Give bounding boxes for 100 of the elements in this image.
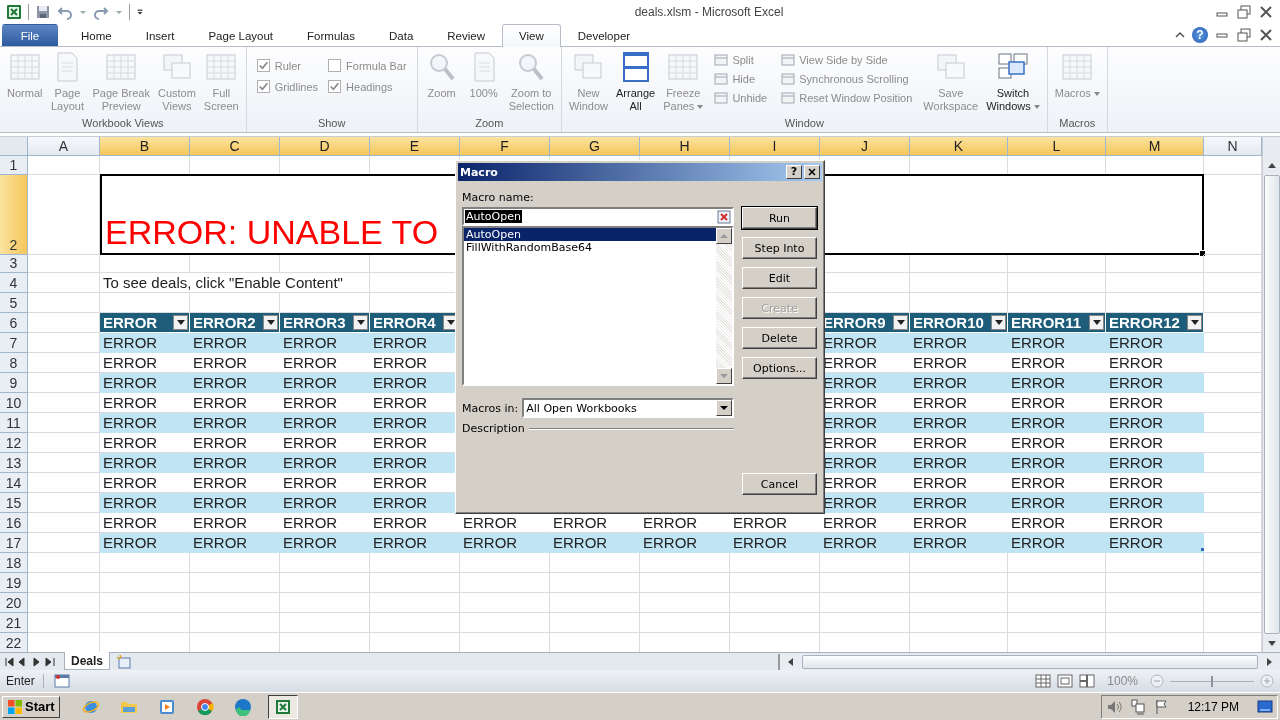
grid-cell[interactable]	[1106, 553, 1204, 573]
table-cell[interactable]: ERROR	[190, 333, 280, 353]
horizontal-scrollbar[interactable]	[778, 653, 1280, 670]
ribbon-tab[interactable]: Data	[372, 24, 431, 46]
table-cell[interactable]: ERROR	[100, 413, 190, 433]
grid-cell[interactable]	[100, 255, 190, 273]
grid-cell[interactable]	[1106, 573, 1204, 593]
grid-cell[interactable]	[1008, 593, 1106, 613]
column-header[interactable]: B	[100, 137, 190, 156]
grid-cell[interactable]	[550, 573, 640, 593]
customize-icon[interactable]	[136, 8, 144, 16]
row-header[interactable]: 21	[0, 613, 28, 633]
caret-icon[interactable]	[115, 8, 123, 16]
header-cell[interactable]: ERROR11	[1008, 313, 1106, 333]
row-header[interactable]: 9	[0, 373, 28, 393]
table-cell[interactable]: ERROR	[1106, 493, 1204, 513]
table-cell[interactable]: ERROR	[1008, 333, 1106, 353]
dialog-button[interactable]: Edit	[742, 267, 817, 289]
grid-cell[interactable]	[730, 593, 820, 613]
scroll-up-icon[interactable]	[1266, 161, 1277, 171]
grid-cell[interactable]	[100, 573, 190, 593]
grid-cell[interactable]	[910, 273, 1008, 293]
column-header[interactable]: J	[820, 137, 910, 156]
dialog-button[interactable]: Cancel	[742, 473, 817, 495]
start-button[interactable]: Start	[2, 695, 60, 718]
table-cell[interactable]: ERROR	[640, 533, 730, 553]
dialog-button[interactable]: Delete	[742, 327, 817, 349]
grid-cell[interactable]	[280, 593, 370, 613]
grid-cell[interactable]	[730, 613, 820, 633]
grid-cell[interactable]	[910, 573, 1008, 593]
grid-cell[interactable]	[550, 613, 640, 633]
grid-cell[interactable]	[1106, 593, 1204, 613]
ribbon-tab[interactable]: Page Layout	[191, 24, 291, 46]
header-cell[interactable]: ERROR3	[280, 313, 370, 333]
grid-cell[interactable]	[640, 593, 730, 613]
grid-cell[interactable]	[280, 613, 370, 633]
row-header[interactable]: 22	[0, 633, 28, 652]
filter-button[interactable]	[1089, 315, 1104, 330]
table-cell[interactable]: ERROR	[280, 533, 370, 553]
caret-icon[interactable]	[79, 8, 87, 16]
grid-cell[interactable]	[820, 573, 910, 593]
grid-cell[interactable]	[1106, 613, 1204, 633]
grid-cell[interactable]	[280, 553, 370, 573]
close-icon[interactable]	[1258, 27, 1274, 43]
grid-cell[interactable]	[910, 613, 1008, 633]
grid-cell[interactable]	[190, 613, 280, 633]
table-cell[interactable]: ERROR	[280, 413, 370, 433]
table-cell[interactable]: ERROR	[1008, 493, 1106, 513]
header-cell[interactable]: ERROR	[100, 313, 190, 333]
grid-cell[interactable]	[28, 255, 100, 273]
zoom-in-icon[interactable]	[1260, 674, 1274, 688]
excel-logo-icon[interactable]	[6, 4, 22, 20]
filter-button[interactable]	[893, 315, 908, 330]
grid-cell[interactable]	[820, 553, 910, 573]
close-button[interactable]	[804, 165, 820, 179]
table-cell[interactable]: ERROR	[1106, 413, 1204, 433]
filter-button[interactable]	[173, 315, 188, 330]
grid-cell[interactable]	[190, 255, 280, 273]
restore-icon[interactable]	[1236, 4, 1252, 20]
filter-button[interactable]	[263, 315, 278, 330]
dialog-button[interactable]: Options...	[742, 357, 817, 379]
grid-cell[interactable]	[190, 553, 280, 573]
table-cell[interactable]: ERROR	[1106, 453, 1204, 473]
grid-cell[interactable]	[1008, 255, 1106, 273]
filter-button[interactable]	[1187, 315, 1202, 330]
grid-cell[interactable]	[28, 613, 100, 633]
table-resize-handle[interactable]	[1201, 548, 1204, 551]
table-cell[interactable]: ERROR	[190, 373, 280, 393]
file-tab[interactable]: File	[2, 24, 58, 46]
row-header[interactable]: 7	[0, 333, 28, 353]
table-cell[interactable]: ERROR	[910, 453, 1008, 473]
table-cell[interactable]: ERROR	[190, 533, 280, 553]
row-header[interactable]: 8	[0, 353, 28, 373]
grid-cell[interactable]	[370, 553, 460, 573]
row-header[interactable]: 13	[0, 453, 28, 473]
grid-cell[interactable]	[100, 593, 190, 613]
grid-cell[interactable]	[1106, 255, 1204, 273]
table-cell[interactable]: ERROR	[100, 533, 190, 553]
ribbon-button[interactable]: Arrange All	[613, 49, 659, 115]
table-cell[interactable]: ERROR	[550, 533, 640, 553]
column-header[interactable]: A	[28, 137, 100, 156]
grid-cell[interactable]	[28, 175, 100, 255]
table-cell[interactable]: ERROR	[910, 413, 1008, 433]
table-cell[interactable]: ERROR	[1008, 373, 1106, 393]
column-header[interactable]: I	[730, 137, 820, 156]
ribbon-tab[interactable]: Developer	[560, 24, 648, 46]
grid-cell[interactable]	[190, 573, 280, 593]
vertical-scrollbar[interactable]	[1262, 137, 1280, 652]
grid-cell[interactable]	[28, 573, 100, 593]
grid-cell[interactable]	[640, 613, 730, 633]
table-cell[interactable]: ERROR	[1106, 533, 1204, 553]
record-macro-icon[interactable]	[53, 673, 70, 689]
row-header[interactable]: 14	[0, 473, 28, 493]
ribbon-button[interactable]: Switch Windows	[983, 49, 1043, 115]
grid-cell[interactable]	[1008, 273, 1106, 293]
grid-cell[interactable]	[820, 593, 910, 613]
restore-icon[interactable]	[1236, 27, 1252, 43]
table-cell[interactable]: ERROR	[100, 333, 190, 353]
grid-cell[interactable]	[460, 553, 550, 573]
help-button[interactable]: ?	[786, 165, 802, 179]
